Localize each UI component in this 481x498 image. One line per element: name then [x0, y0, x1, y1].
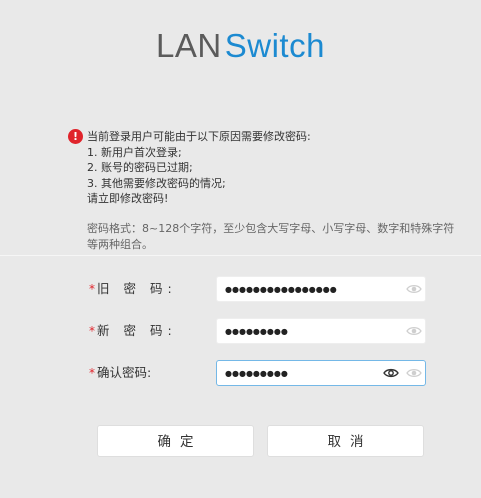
notice-line: 3. 其他需要修改密码的情况; — [87, 176, 226, 190]
confirm-password-label: * 确认密码: — [89, 365, 152, 380]
toggle-visibility-icon[interactable] — [383, 366, 399, 380]
app-logo: LANSwitch — [0, 26, 481, 66]
new-password-field[interactable] — [216, 318, 426, 344]
notice-line: 2. 账号的密码已过期; — [87, 161, 193, 175]
show-password-icon[interactable] — [406, 324, 422, 338]
notice-text: 当前登录用户可能由于以下原因需要修改密码: 1. 新用户首次登录; 2. 账号的… — [87, 129, 311, 207]
required-mark: * — [89, 324, 95, 338]
logo-text-switch: Switch — [224, 27, 325, 64]
notice-line: 请立即修改密码! — [87, 192, 169, 206]
confirm-password-row: * 确认密码: — [0, 360, 481, 386]
show-password-icon[interactable] — [406, 282, 422, 296]
required-mark: * — [89, 282, 95, 296]
notice-line: 当前登录用户可能由于以下原因需要修改密码: — [87, 130, 311, 143]
old-password-label: * 旧 密 码: — [89, 281, 177, 296]
cancel-button[interactable]: 取消 — [267, 425, 424, 457]
show-password-icon[interactable] — [406, 366, 422, 380]
new-password-label: * 新 密 码: — [89, 323, 177, 338]
notice-line: 1. 新用户首次登录; — [87, 145, 182, 159]
logo-text-lan: LAN — [156, 27, 222, 64]
warning-icon: ! — [68, 129, 83, 144]
required-mark: * — [89, 366, 95, 380]
new-password-input[interactable] — [225, 321, 375, 341]
confirm-password-input[interactable] — [225, 363, 375, 383]
format-line: 密码格式：8~128个字符，至少包含大写字母、小写字母、数字和特殊字符 — [87, 222, 455, 235]
confirm-button[interactable]: 确定 — [97, 425, 254, 457]
old-password-input[interactable] — [225, 279, 375, 299]
new-password-row: * 新 密 码: — [0, 318, 481, 344]
divider — [0, 255, 481, 256]
password-format-hint: 密码格式：8~128个字符，至少包含大写字母、小写字母、数字和特殊字符 等两种组… — [87, 221, 481, 253]
format-line: 等两种组合。 — [87, 238, 153, 251]
confirm-password-field[interactable] — [216, 360, 426, 386]
old-password-row: * 旧 密 码: — [0, 276, 481, 302]
old-password-field[interactable] — [216, 276, 426, 302]
